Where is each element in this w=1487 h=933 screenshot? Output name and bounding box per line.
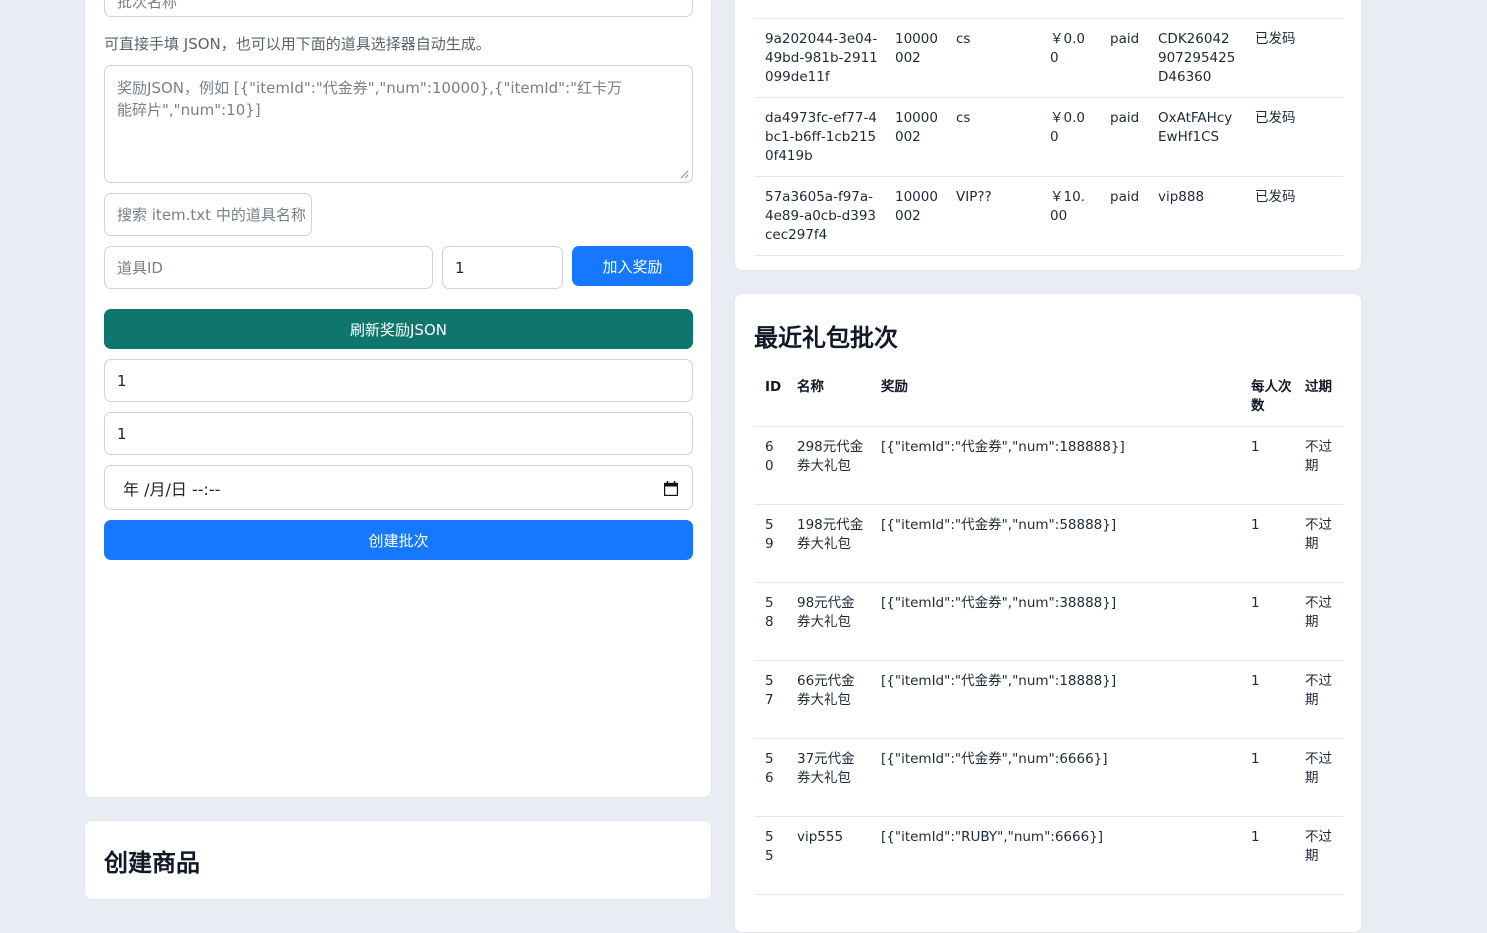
batch-reward-cell: [{"itemId":"代金券","num":38888}] (881, 595, 1117, 611)
order-amount-cell: ￥0.00 (1050, 110, 1085, 145)
resize-handle-icon[interactable] (680, 170, 689, 179)
recent-batches-card: 最近礼包批次 ID 名称 奖励 每人次数 过期 60 298元代金券大礼包 [{"i… (734, 293, 1362, 933)
batch-name-placeholder: 批次名称 (117, 0, 178, 11)
calendar-icon[interactable] (664, 481, 678, 496)
order-id-cell: da4973fc-ef77-4bc1-b6ff-1cb2150f419b (765, 110, 877, 164)
orders-table: 9a202044-3e04-49bd-981b-2911099de11f 1000… (754, 19, 1343, 256)
batch-per-user-cell: 1 (1251, 595, 1260, 611)
order-status-cell: paid (1110, 110, 1140, 126)
col-header-expire: 过期 (1305, 379, 1332, 395)
order-user-cell: 10000002 (895, 110, 938, 145)
order-amount-cell: ￥0.00 (1050, 31, 1085, 66)
reward-json-placeholder: 奖励JSON，例如 [{"itemId":"代金券","num":10000},… (117, 79, 623, 119)
batch-expire-cell: 不过期 (1305, 439, 1332, 474)
per-user-limit-value: 1 (117, 424, 127, 443)
expire-datetime-value: 年 /月/日 --:-- (123, 479, 221, 499)
item-id-placeholder: 道具ID (117, 259, 163, 277)
batch-name-cell: 298元代金券大礼包 (797, 439, 864, 474)
order-name-cell: cs (956, 31, 971, 47)
batch-expire-cell: 不过期 (1305, 673, 1332, 708)
col-header-id: ID (765, 379, 782, 395)
batch-name-cell: 66元代金券大礼包 (797, 673, 855, 708)
batch-reward-cell: [{"itemId":"RUBY","num":6666}] (881, 829, 1104, 845)
create-batch-card: 批次名称 可直接手填 JSON，也可以用下面的道具选择器自动生成。 奖励JSON… (84, 0, 712, 798)
order-row: da4973fc-ef77-4bc1-b6ff-1cb2150f419b 1000… (754, 98, 1343, 177)
batch-name-cell: vip555 (797, 829, 844, 845)
refresh-reward-json-button[interactable]: 刷新奖励JSON (104, 309, 693, 349)
batches-table: ID 名称 奖励 每人次数 过期 60 298元代金券大礼包 [{"itemId":… (754, 376, 1343, 895)
order-state-cell: 已发码 (1255, 110, 1296, 126)
order-name-cell: cs (956, 110, 971, 126)
batches-header-row: ID 名称 奖励 每人次数 过期 (754, 376, 1343, 427)
order-code-cell: OxAtFAHcyEwHf1CS (1158, 110, 1233, 145)
batch-expire-cell: 不过期 (1305, 751, 1332, 786)
batch-count-input[interactable]: 1 (104, 359, 693, 402)
order-amount-cell: ￥10.00 (1050, 189, 1085, 224)
item-num-input[interactable]: 1 (442, 246, 563, 289)
batch-name-input[interactable]: 批次名称 (104, 0, 693, 17)
batch-name-cell: 98元代金券大礼包 (797, 595, 855, 630)
col-header-per-user: 每人次数 (1251, 379, 1292, 414)
order-id-cell: 9a202044-3e04-49bd-981b-2911099de11f (765, 31, 878, 85)
item-id-input[interactable]: 道具ID (104, 246, 433, 289)
batch-id-cell: 55 (765, 829, 774, 864)
batch-row: 58 98元代金券大礼包 [{"itemId":"代金券","num":38888}… (754, 583, 1343, 661)
batch-expire-cell: 不过期 (1305, 517, 1332, 552)
item-search-input[interactable]: 搜索 item.txt 中的道具名称 (104, 193, 312, 236)
batch-row: 59 198元代金券大礼包 [{"itemId":"代金券","num":58888… (754, 505, 1343, 583)
add-reward-button[interactable]: 加入奖励 (572, 246, 693, 286)
batch-expire-cell: 不过期 (1305, 829, 1332, 864)
order-status-cell: paid (1110, 31, 1140, 47)
order-user-cell: 10000002 (895, 31, 938, 66)
batch-reward-cell: [{"itemId":"代金券","num":188888}] (881, 439, 1125, 455)
batch-id-cell: 58 (765, 595, 774, 630)
order-row: 57a3605a-f97a-4e89-a0cb-d393cec297f4 1000… (754, 177, 1343, 256)
expire-datetime-input[interactable]: 年 /月/日 --:-- (104, 465, 693, 510)
recent-batches-title: 最近礼包批次 (754, 324, 898, 352)
batch-reward-cell: [{"itemId":"代金券","num":6666}] (881, 751, 1108, 767)
batch-name-cell: 198元代金券大礼包 (797, 517, 864, 552)
create-product-card: 创建商品 (84, 820, 712, 900)
batch-name-cell: 37元代金券大礼包 (797, 751, 855, 786)
batch-per-user-cell: 1 (1251, 829, 1260, 845)
col-header-reward: 奖励 (881, 379, 908, 395)
json-hint-text: 可直接手填 JSON，也可以用下面的道具选择器自动生成。 (104, 35, 491, 53)
order-status-cell: paid (1110, 189, 1140, 205)
batch-per-user-cell: 1 (1251, 751, 1260, 767)
batch-row: 55 vip555 [{"itemId":"RUBY","num":6666}] 1 不… (754, 817, 1343, 895)
batch-count-value: 1 (117, 371, 127, 390)
batch-id-cell: 60 (765, 439, 774, 474)
order-state-cell: 已发码 (1255, 31, 1296, 47)
batch-expire-cell: 不过期 (1305, 595, 1332, 630)
item-search-placeholder: 搜索 item.txt 中的道具名称 (117, 206, 306, 224)
batch-per-user-cell: 1 (1251, 517, 1260, 533)
batch-row: 60 298元代金券大礼包 [{"itemId":"代金券","num":18888… (754, 427, 1343, 505)
order-code-cell: CDK26042907295425D46360 (1158, 31, 1236, 85)
order-name-cell: VIP?? (956, 189, 992, 205)
per-user-limit-input[interactable]: 1 (104, 412, 693, 455)
reward-json-textarea[interactable]: 奖励JSON，例如 [{"itemId":"代金券","num":10000},… (104, 65, 693, 183)
batch-row: 56 37元代金券大礼包 [{"itemId":"代金券","num":6666}]… (754, 739, 1343, 817)
order-state-cell: 已发码 (1255, 189, 1296, 205)
order-user-cell: 10000002 (895, 189, 938, 224)
orders-card: e9fcc0d 9a202044-3e04-49bd-981b-2911099d… (734, 0, 1362, 271)
order-row: 9a202044-3e04-49bd-981b-2911099de11f 1000… (754, 19, 1343, 98)
batch-id-cell: 59 (765, 517, 774, 552)
col-header-name: 名称 (797, 379, 824, 395)
create-batch-button[interactable]: 创建批次 (104, 520, 693, 560)
batch-per-user-cell: 1 (1251, 673, 1260, 689)
order-id-cell: 57a3605a-f97a-4e89-a0cb-d393cec297f4 (765, 189, 877, 243)
batch-reward-cell: [{"itemId":"代金券","num":58888}] (881, 517, 1117, 533)
batch-per-user-cell: 1 (1251, 439, 1260, 455)
batch-reward-cell: [{"itemId":"代金券","num":18888}] (881, 673, 1117, 689)
batch-id-cell: 56 (765, 751, 774, 786)
order-code-cell: vip888 (1158, 189, 1205, 205)
batch-id-cell: 57 (765, 673, 774, 708)
item-num-value: 1 (455, 258, 465, 277)
batch-row: 57 66元代金券大礼包 [{"itemId":"代金券","num":18888}… (754, 661, 1343, 739)
